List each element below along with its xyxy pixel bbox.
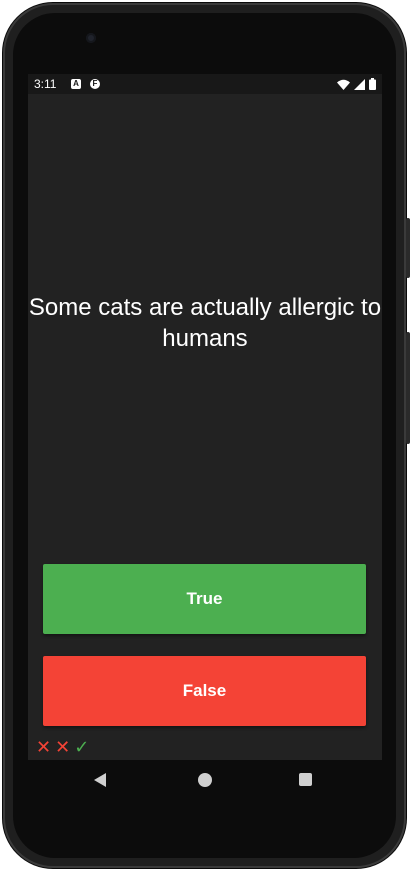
check-icon: ✓: [74, 737, 90, 757]
battery-icon: [369, 78, 376, 90]
true-button[interactable]: True: [43, 564, 366, 634]
false-button[interactable]: False: [43, 656, 366, 726]
volume-button: [406, 332, 410, 444]
recents-icon[interactable]: [299, 773, 312, 786]
cross-icon: ✕: [55, 737, 71, 757]
app-notification-icon: F: [90, 79, 100, 89]
status-time: 3:11: [34, 77, 57, 91]
phone-frame: 3:11 A F Some cats are actually allergic…: [0, 0, 412, 873]
cross-icon: ✕: [36, 737, 52, 757]
status-bar: 3:11 A F: [28, 74, 382, 94]
signal-icon: [354, 78, 365, 90]
navigation-bar: [28, 760, 382, 800]
front-camera: [86, 33, 96, 43]
home-icon[interactable]: [198, 773, 212, 787]
question-text: Some cats are actually allergic to human…: [28, 294, 382, 352]
accessibility-notification-icon: A: [71, 79, 81, 89]
power-button: [406, 218, 410, 278]
back-icon[interactable]: [94, 773, 106, 787]
wifi-icon: [337, 79, 350, 90]
answer-history: ✕ ✕ ✓: [36, 738, 89, 756]
app-screen: 3:11 A F Some cats are actually allergic…: [28, 74, 382, 760]
status-right-icons: [337, 78, 376, 90]
